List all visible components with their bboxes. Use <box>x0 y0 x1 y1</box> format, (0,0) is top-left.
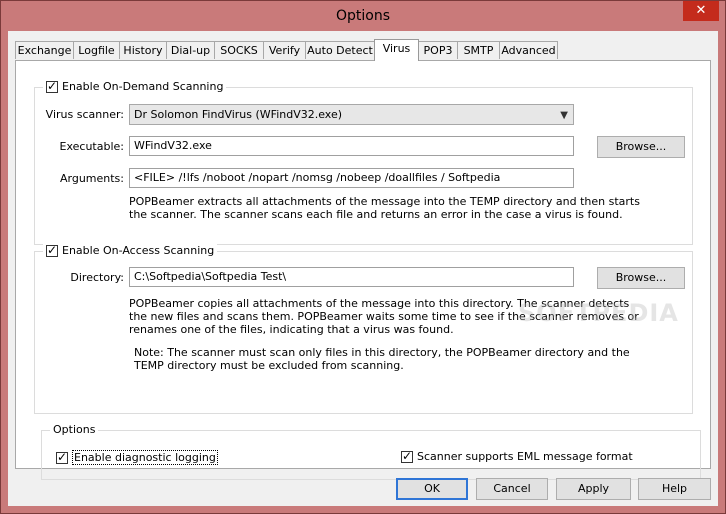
checkbox-checked-icon <box>401 449 413 463</box>
window-title: Options <box>335 8 391 24</box>
virus-scanner-value: Dr Solomon FindVirus (WFindV32.exe) <box>134 108 343 121</box>
on-access-note-2: TEMP directory must be excluded from sca… <box>134 359 404 372</box>
tab-logfile[interactable]: Logfile <box>73 41 120 59</box>
cancel-button[interactable]: Cancel <box>476 478 548 500</box>
tab-smtp[interactable]: SMTP <box>457 41 500 59</box>
on-access-description-3: renames one of the files, indicating tha… <box>129 323 454 336</box>
options-label: Options <box>53 423 96 436</box>
tab-dial-up[interactable]: Dial-up <box>166 41 215 59</box>
checkbox-checked-icon <box>46 243 58 257</box>
virus-tab-panel: Enable On-Demand Scanning Virus scanner:… <box>15 60 711 480</box>
title-bar: Options ✕ <box>1 1 725 31</box>
directory-field[interactable]: C:\Softpedia\Softpedia Test\ <box>129 267 574 287</box>
virus-scanner-label: Virus scanner: <box>45 108 124 121</box>
apply-button[interactable]: Apply <box>556 478 631 500</box>
tab-pop3[interactable]: POP3 <box>418 41 458 59</box>
executable-label: Executable: <box>59 140 124 153</box>
browse-executable-button[interactable]: Browse... <box>597 136 685 158</box>
directory-label: Directory: <box>70 271 124 284</box>
browse-directory-button[interactable]: Browse... <box>597 267 685 289</box>
diagnostic-logging-checkbox[interactable]: Enable diagnostic logging <box>56 450 218 465</box>
options-group-caption: Options <box>50 423 99 436</box>
arguments-label: Arguments: <box>59 172 124 185</box>
eml-format-label: Scanner supports EML message format <box>417 450 633 463</box>
tab-auto-detect[interactable]: Auto Detect <box>305 41 375 59</box>
on-demand-label: Enable On-Demand Scanning <box>62 80 224 93</box>
tab-advanced[interactable]: Advanced <box>499 41 558 59</box>
executable-field[interactable]: WFindV32.exe <box>129 136 574 156</box>
on-demand-checkbox[interactable]: Enable On-Demand Scanning <box>43 79 227 93</box>
tab-virus[interactable]: Virus <box>374 39 419 61</box>
on-access-checkbox[interactable]: Enable On-Access Scanning <box>43 243 218 257</box>
tab-exchange[interactable]: Exchange <box>15 41 74 59</box>
on-demand-description-2: the scanner. The scanner scans each file… <box>129 208 623 221</box>
tab-verify[interactable]: Verify <box>263 41 306 59</box>
dialog-body: Exchange Logfile History Dial-up SOCKS V… <box>8 31 718 506</box>
on-demand-description-1: POPBeamer extracts all attachments of th… <box>129 195 640 208</box>
checkbox-checked-icon <box>46 79 58 93</box>
on-access-note-1: Note: The scanner must scan only files i… <box>134 346 630 359</box>
watermark: SOFTPEDIA <box>518 299 679 327</box>
diagnostic-logging-label: Enable diagnostic logging <box>72 450 218 465</box>
checkbox-checked-icon <box>56 450 68 464</box>
eml-format-checkbox[interactable]: Scanner supports EML message format <box>401 449 633 463</box>
close-icon[interactable]: ✕ <box>683 1 719 21</box>
help-button[interactable]: Help <box>638 478 711 500</box>
ok-button[interactable]: OK <box>396 478 468 500</box>
virus-scanner-select[interactable]: Dr Solomon FindVirus (WFindV32.exe) ▼ <box>129 104 574 125</box>
tab-history[interactable]: History <box>119 41 167 59</box>
tab-socks[interactable]: SOCKS <box>214 41 264 59</box>
arguments-field[interactable]: <FILE> /!lfs /noboot /nopart /nomsg /nob… <box>129 168 574 188</box>
on-access-label: Enable On-Access Scanning <box>62 244 215 257</box>
chevron-down-icon: ▼ <box>560 110 568 121</box>
options-dialog: Options ✕ Exchange Logfile History Dial-… <box>0 0 726 514</box>
